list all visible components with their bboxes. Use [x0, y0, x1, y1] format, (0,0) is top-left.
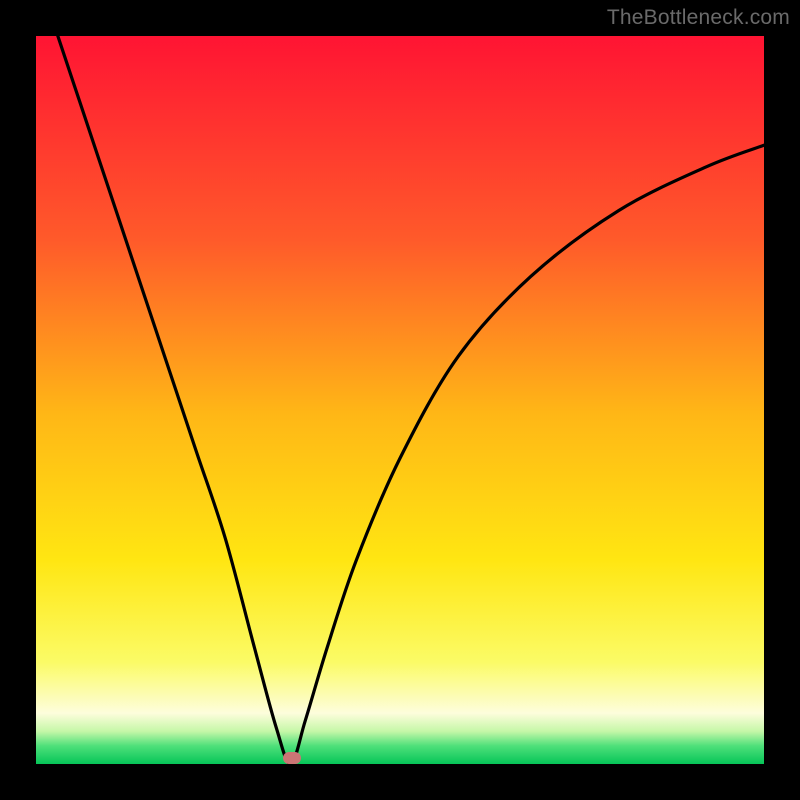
bottleneck-curve: [36, 36, 764, 764]
plot-area: [36, 36, 764, 764]
watermark-text: TheBottleneck.com: [607, 6, 790, 30]
minimum-marker: [283, 752, 301, 764]
